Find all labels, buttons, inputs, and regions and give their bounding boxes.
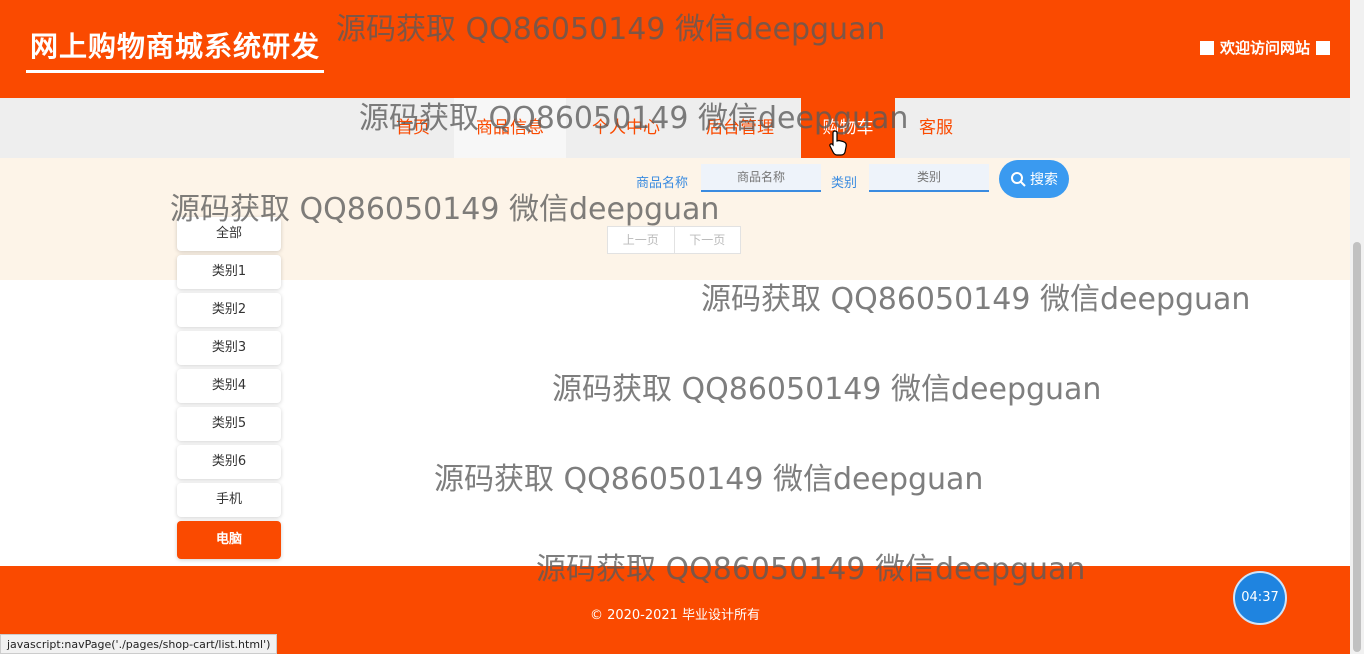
watermark-text: 源码获取 QQ86050149 微信deepguan <box>701 282 1251 317</box>
product-name-label: 商品名称 <box>636 176 689 191</box>
welcome-area: 欢迎访问网站 <box>1199 37 1330 58</box>
nav-admin[interactable]: 后台管理 <box>690 98 790 158</box>
header: 网上购物商城系统研发 欢迎访问网站 <box>0 0 1350 98</box>
category-6[interactable]: 类别6 <box>177 445 281 479</box>
search-button[interactable]: 搜索 <box>999 160 1069 198</box>
category-computer[interactable]: 电脑 <box>177 521 281 559</box>
category-5[interactable]: 类别5 <box>177 407 281 441</box>
nav-products[interactable]: 商品信息 <box>454 98 566 158</box>
welcome-text: 欢迎访问网站 <box>1219 39 1310 57</box>
scrollbar-thumb[interactable] <box>1353 242 1361 652</box>
square-icon <box>1316 40 1330 55</box>
browser-status-bar: javascript:navPage('./pages/shop-cart/li… <box>0 634 278 654</box>
category-phone[interactable]: 手机 <box>177 483 281 517</box>
watermark-text: 源码获取 QQ86050149 微信deepguan <box>434 462 984 497</box>
main-nav: 首页 商品信息 个人中心 后台管理 购物车 客服 <box>0 98 1350 158</box>
hand-cursor-icon <box>829 130 847 156</box>
prev-page-button[interactable]: 上一页 <box>608 227 675 253</box>
category-4[interactable]: 类别4 <box>177 369 281 403</box>
category-2[interactable]: 类别2 <box>177 293 281 327</box>
category-1[interactable]: 类别1 <box>177 255 281 289</box>
search-icon <box>1011 172 1026 187</box>
next-page-button[interactable]: 下一页 <box>675 227 741 253</box>
category-3[interactable]: 类别3 <box>177 331 281 365</box>
scrollbar[interactable] <box>1350 0 1364 654</box>
category-all[interactable]: 全部 <box>177 217 281 251</box>
nav-customer-service[interactable]: 客服 <box>906 98 966 158</box>
nav-personal-center[interactable]: 个人中心 <box>578 98 674 158</box>
search-button-label: 搜索 <box>1030 172 1058 188</box>
copyright-text: © 2020-2021 毕业设计所有 <box>589 608 761 623</box>
nav-home[interactable]: 首页 <box>381 98 445 158</box>
category-input[interactable] <box>869 164 989 192</box>
timer-badge[interactable]: 04:37 <box>1233 571 1287 625</box>
product-name-input[interactable] <box>701 164 821 192</box>
category-label: 类别 <box>831 176 858 191</box>
site-title[interactable]: 网上购物商城系统研发 <box>26 28 325 73</box>
watermark-text: 源码获取 QQ86050149 微信deepguan <box>552 372 1102 407</box>
square-icon <box>1199 40 1214 55</box>
pagination: 上一页 下一页 <box>607 226 741 254</box>
